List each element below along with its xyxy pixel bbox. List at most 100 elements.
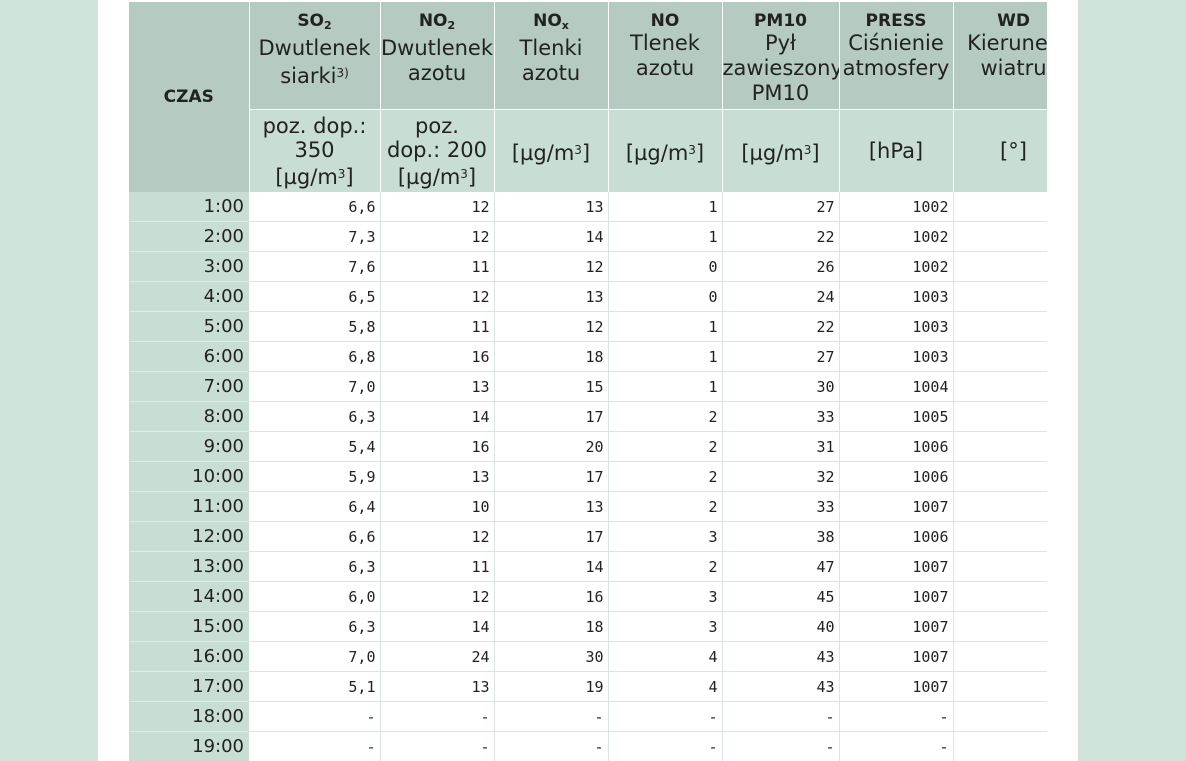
row-time: 18:00 bbox=[129, 701, 249, 732]
column-header: PRESS Ciśnienie atmosfery bbox=[839, 2, 954, 110]
measurements-table-container[interactable]: CZAS SO2 Dwutlenek siarki3) NO2 Dwutlenek azot… bbox=[129, 2, 1047, 761]
measurement-cell: 30 bbox=[494, 641, 609, 672]
measurement-cell: 16 bbox=[953, 311, 1047, 342]
row-time: 14:00 bbox=[129, 581, 249, 612]
column-description-line: Kierunek bbox=[954, 31, 1047, 56]
limit-value: dop.: 200 bbox=[386, 137, 488, 162]
unit-text: [µg/m bbox=[511, 140, 575, 165]
measurement-cell: 38 bbox=[722, 521, 840, 552]
column-description-text: azotu bbox=[407, 61, 467, 85]
column-description-text: Tlenek bbox=[630, 31, 700, 55]
unit-label: [µg/m3] bbox=[723, 138, 839, 165]
measurement-cell: 12 bbox=[380, 581, 495, 612]
measurement-cell: 10 bbox=[380, 491, 495, 522]
measurement-cell: 5,1 bbox=[249, 671, 381, 702]
column-code: PM10 bbox=[723, 11, 839, 31]
measurement-cell: 13 bbox=[494, 281, 609, 312]
column-header: NO2 Dwutlenek azotu bbox=[380, 2, 495, 110]
unit-superscript: 3 bbox=[460, 166, 468, 181]
table-row: 19:00- - - - - - bbox=[129, 731, 1047, 761]
measurement-cell: 1002 bbox=[839, 221, 954, 252]
measurement-cell: 6,4 bbox=[249, 491, 381, 522]
measurement-cell: 1007 bbox=[839, 551, 954, 582]
column-code: NO bbox=[609, 11, 722, 31]
column-description-line: Ciśnienie bbox=[840, 31, 953, 56]
column-code-text: WD bbox=[997, 11, 1030, 31]
unit-header: [µg/m3] bbox=[608, 109, 723, 192]
measurement-cell: 1007 bbox=[839, 641, 954, 672]
measurement-cell: - bbox=[839, 731, 954, 761]
column-code: PRESS bbox=[840, 11, 953, 31]
measurement-cell: 17 bbox=[494, 461, 609, 492]
measurement-cell: - bbox=[494, 731, 609, 761]
column-code: SO2 bbox=[250, 11, 380, 36]
measurement-cell: 0 bbox=[608, 251, 723, 282]
table-row: 17:005,11319443100724 bbox=[129, 671, 1047, 702]
unit-text: [µg/m bbox=[625, 140, 689, 165]
table-row: 15:006,3141834010076 bbox=[129, 611, 1047, 642]
measurement-cell: 45 bbox=[722, 581, 840, 612]
measurement-cell: 6 bbox=[953, 611, 1047, 642]
column-code-text: NO bbox=[650, 11, 680, 31]
column-code-text: PRESS bbox=[865, 11, 927, 31]
column-description-text: Tlenki bbox=[519, 36, 583, 60]
column-description-line: azotu bbox=[495, 61, 608, 86]
measurement-cell: 16 bbox=[953, 491, 1047, 522]
table-row: 13:006,31114247100719 bbox=[129, 551, 1047, 582]
table-row: 18:00- - - - - - bbox=[129, 701, 1047, 732]
measurement-cell: 16 bbox=[494, 581, 609, 612]
measurement-cell: 5,9 bbox=[249, 461, 381, 492]
measurement-cell: 7,6 bbox=[249, 251, 381, 282]
measurement-cell: 33 bbox=[722, 491, 840, 522]
measurement-cell: 24 bbox=[722, 281, 840, 312]
column-description-text: Ciśnienie bbox=[848, 31, 944, 55]
measurement-cell: - bbox=[494, 701, 609, 732]
measurement-cell: - bbox=[608, 701, 723, 732]
measurement-cell: 18 bbox=[953, 521, 1047, 552]
unit-label: [µg/m3] bbox=[495, 138, 608, 165]
measurement-cell: 1007 bbox=[839, 491, 954, 522]
measurement-cell: 12 bbox=[380, 192, 495, 222]
unit-text: [µg/m bbox=[275, 164, 338, 189]
table-row: 9:005,41620231100613 bbox=[129, 431, 1047, 462]
row-time: 17:00 bbox=[129, 671, 249, 702]
column-description-text: atmosfery bbox=[842, 56, 950, 80]
measurement-cell: 5,4 bbox=[249, 431, 381, 462]
measurement-cell: 2 bbox=[608, 491, 723, 522]
row-time: 7:00 bbox=[129, 371, 249, 402]
row-time: 10:00 bbox=[129, 461, 249, 492]
measurement-cell: 1004 bbox=[839, 371, 954, 402]
measurement-cell bbox=[953, 731, 1047, 761]
measurement-cell: 17 bbox=[494, 521, 609, 552]
measurement-cell: 1005 bbox=[839, 401, 954, 432]
measurement-cell: 43 bbox=[722, 671, 840, 702]
measurement-cell: 6,8 bbox=[249, 341, 381, 372]
column-description-line: PM10 bbox=[723, 81, 839, 106]
measurement-cell: 6,5 bbox=[249, 281, 381, 312]
limit-label: poz. bbox=[415, 113, 459, 138]
unit-header: [hPa] bbox=[839, 109, 954, 192]
row-time: 4:00 bbox=[129, 281, 249, 312]
table-row: 6:006,81618127100317 bbox=[129, 341, 1047, 372]
measurement-cell: 1006 bbox=[839, 461, 954, 492]
measurement-cell: 14 bbox=[380, 401, 495, 432]
column-description-line: atmosfery bbox=[840, 56, 953, 81]
measurement-cell: 3 bbox=[608, 581, 723, 612]
table-row: 12:006,61217338100618 bbox=[129, 521, 1047, 552]
measurement-cell: 12 bbox=[380, 281, 495, 312]
row-time: 11:00 bbox=[129, 491, 249, 522]
measurement-cell: 7,0 bbox=[249, 641, 381, 672]
measurement-cell: 14 bbox=[494, 551, 609, 582]
unit-superscript: 3 bbox=[688, 142, 696, 157]
measurement-cell: 19 bbox=[494, 671, 609, 702]
measurement-cell: 13 bbox=[380, 371, 495, 402]
unit-bracket: ] bbox=[695, 140, 705, 165]
measurement-cell: 15 bbox=[494, 371, 609, 402]
measurement-cell: 19 bbox=[953, 551, 1047, 582]
column-description-text: azotu bbox=[521, 61, 581, 85]
measurement-cell: 24 bbox=[380, 641, 495, 672]
column-code: WD bbox=[954, 11, 1048, 31]
table-header: CZAS SO2 Dwutlenek siarki3) NO2 Dwutlenek azot… bbox=[129, 2, 1047, 192]
measurement-cell: 6,3 bbox=[249, 611, 381, 642]
measurement-cell: 1 bbox=[608, 192, 723, 222]
